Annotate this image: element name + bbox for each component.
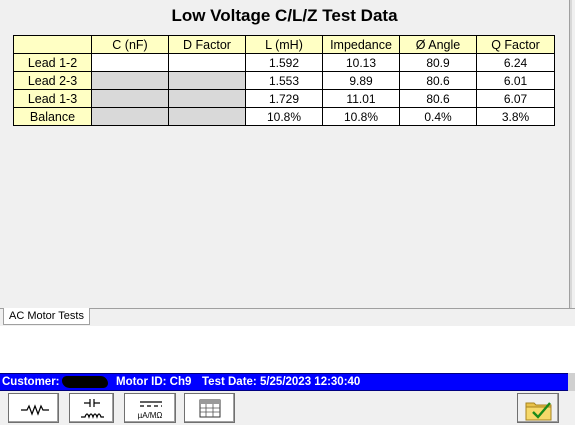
table-view-button[interactable] <box>184 393 235 423</box>
table-row: Lead 2-3 1.553 9.89 80.6 6.01 <box>13 71 555 90</box>
table-cell: 6.01 <box>476 71 555 90</box>
table-cell: 10.8% <box>322 107 400 126</box>
test-data-table: C (nF) D Factor L (mH) Impedance Ø Angle… <box>13 35 555 126</box>
table-cell: 80.9 <box>399 53 477 72</box>
table-cell <box>91 107 169 126</box>
table-cell: 11.01 <box>322 89 400 108</box>
table-header-cell: D Factor <box>168 35 246 54</box>
table-cell: 0.4% <box>399 107 477 126</box>
save-button[interactable] <box>517 393 559 423</box>
table-cell <box>168 107 246 126</box>
meter-button[interactable]: µA/MΩ <box>124 393 176 423</box>
capacitor-inductor-button[interactable] <box>69 393 114 423</box>
table-cell: 80.6 <box>399 71 477 90</box>
table-cell: 10.8% <box>245 107 323 126</box>
motor-id: Motor ID: Ch9 <box>116 376 192 388</box>
tab-ac-motor-tests[interactable]: AC Motor Tests <box>3 308 90 325</box>
test-date: Test Date: 5/25/2023 12:30:40 <box>202 376 361 388</box>
resistor-icon <box>21 404 49 416</box>
table-cell: 1.553 <box>245 71 323 90</box>
table-cell: 1.592 <box>245 53 323 72</box>
table-cell: 6.24 <box>476 53 555 72</box>
table-icon <box>199 399 221 418</box>
table-row: Lead 1-2 1.592 10.13 80.9 6.24 <box>13 53 555 72</box>
tab-content-area <box>0 326 575 373</box>
table-cell <box>91 53 169 72</box>
page-title: Low Voltage C/L/Z Test Data <box>171 6 398 25</box>
table-cell: 6.07 <box>476 89 555 108</box>
meter-button-label: µA/MΩ <box>137 411 163 420</box>
table-header-cell: L (mH) <box>245 35 323 54</box>
table-cell: 1.729 <box>245 89 323 108</box>
table-row: Lead 1-3 1.729 11.01 80.6 6.07 <box>13 89 555 108</box>
table-cell: 10.13 <box>322 53 400 72</box>
capacitor-inductor-icon <box>81 399 104 419</box>
table-cell <box>168 71 246 90</box>
redaction-mark <box>62 376 108 388</box>
table-header-row: C (nF) D Factor L (mH) Impedance Ø Angle… <box>13 35 555 54</box>
row-label: Lead 1-2 <box>13 53 92 72</box>
table-cell: 9.89 <box>322 71 400 90</box>
table-header-cell <box>13 35 92 54</box>
resistor-button[interactable] <box>8 393 59 423</box>
toolbar: µA/MΩ <box>0 391 575 425</box>
table-cell <box>91 89 169 108</box>
table-header-cell: Impedance <box>322 35 400 54</box>
table-cell: 3.8% <box>476 107 555 126</box>
status-bar: Customer: Motor ID: Ch9 Test Date: 5/25/… <box>0 373 568 391</box>
table-cell <box>168 53 246 72</box>
table-row: Balance 10.8% 10.8% 0.4% 3.8% <box>13 107 555 126</box>
table-header-cell: Ø Angle <box>399 35 477 54</box>
row-label: Lead 1-3 <box>13 89 92 108</box>
customer-label: Customer: <box>2 376 60 388</box>
app-window: Low Voltage C/L/Z Test Data C (nF) D Fac… <box>0 0 575 425</box>
row-label: Lead 2-3 <box>13 71 92 90</box>
table-header-cell: Q Factor <box>476 35 555 54</box>
row-label: Balance <box>13 107 92 126</box>
status-bar-edge <box>568 373 575 391</box>
table-cell <box>168 89 246 108</box>
table-header-cell: C (nF) <box>91 35 169 54</box>
window-edge <box>569 0 572 308</box>
table-cell <box>91 71 169 90</box>
table-cell: 80.6 <box>399 89 477 108</box>
folder-check-icon <box>525 402 552 421</box>
